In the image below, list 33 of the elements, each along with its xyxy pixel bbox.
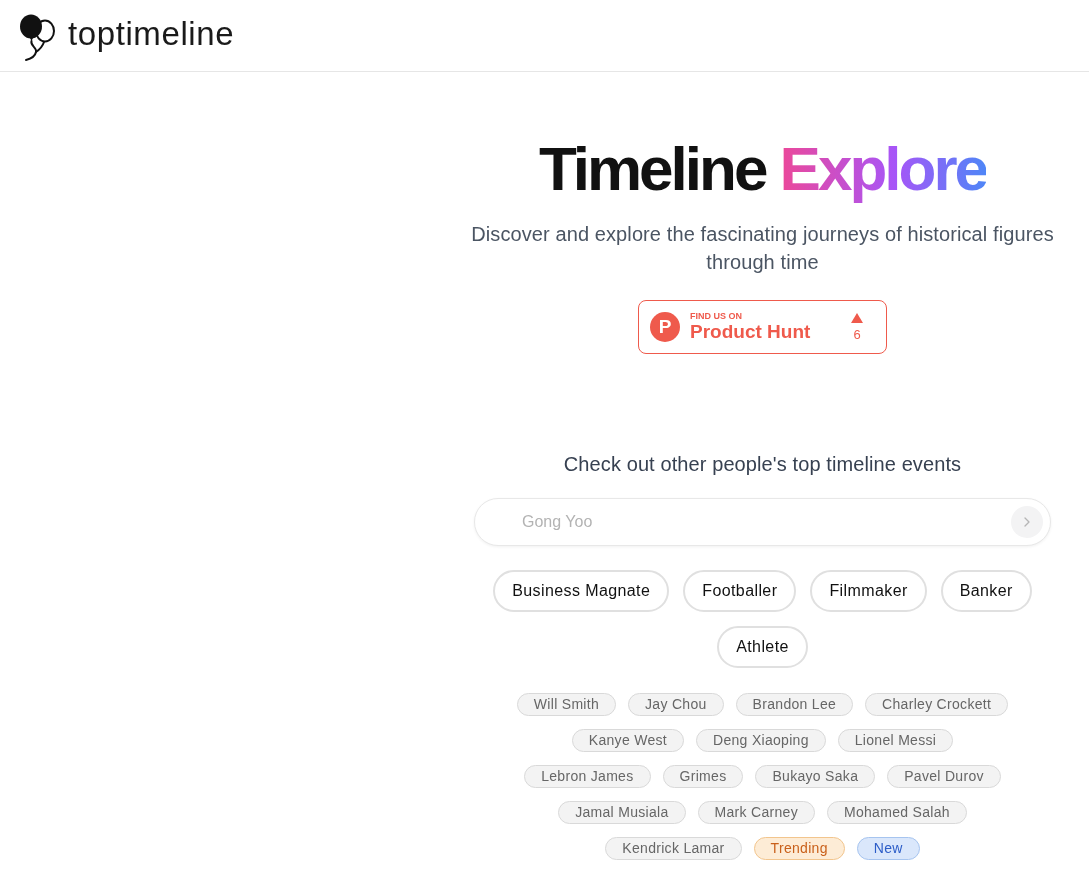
- page-subtitle: Discover and explore the fascinating journeys of historical figures through time: [470, 222, 1055, 275]
- person-tag[interactable]: Mark Carney: [697, 801, 815, 824]
- chevron-right-icon: [1024, 517, 1030, 527]
- category-chip[interactable]: Filmmaker: [810, 570, 927, 612]
- logo-text[interactable]: toptimeline: [68, 14, 235, 53]
- upvote-triangle-icon: [851, 312, 863, 323]
- trending-tag[interactable]: Trending: [753, 837, 845, 860]
- logo-mark: P: [650, 312, 680, 342]
- person-tag[interactable]: Kanye West: [571, 729, 685, 752]
- category-chip[interactable]: Athlete: [717, 626, 808, 668]
- person-tag[interactable]: Mohamed Salah: [827, 801, 967, 824]
- person-tag[interactable]: Charley Crockett: [865, 693, 1009, 716]
- person-tag[interactable]: Grimes: [662, 765, 744, 788]
- badge-caption: FIND US ON: [690, 311, 742, 321]
- person-tag[interactable]: Bukayo Saka: [755, 765, 876, 788]
- badge-title: Product Hunt: [690, 321, 811, 343]
- person-tag[interactable]: Jay Chou: [628, 693, 724, 716]
- person-tag[interactable]: Will Smith: [516, 693, 617, 716]
- vote-count: 6: [853, 327, 861, 342]
- person-tag[interactable]: Brandon Lee: [735, 693, 854, 716]
- category-chip[interactable]: Banker: [940, 570, 1032, 612]
- person-tag[interactable]: Pavel Durov: [887, 765, 1001, 788]
- person-tag[interactable]: Lebron James: [524, 765, 651, 788]
- category-chip[interactable]: Business Magnate: [493, 570, 670, 612]
- person-tag[interactable]: Lionel Messi: [837, 729, 954, 752]
- new-tag[interactable]: New: [856, 837, 920, 860]
- category-chip[interactable]: Footballer: [683, 570, 797, 612]
- balloons-icon: [18, 13, 58, 62]
- person-tag[interactable]: Deng Xiaoping: [696, 729, 826, 752]
- section-heading: Check out other people's top timeline events: [563, 452, 962, 477]
- person-tag[interactable]: Kendrick Lamar: [605, 837, 742, 860]
- person-tag[interactable]: Jamal Musiala: [558, 801, 686, 824]
- search-field[interactable]: Gong Yoo: [474, 498, 1051, 546]
